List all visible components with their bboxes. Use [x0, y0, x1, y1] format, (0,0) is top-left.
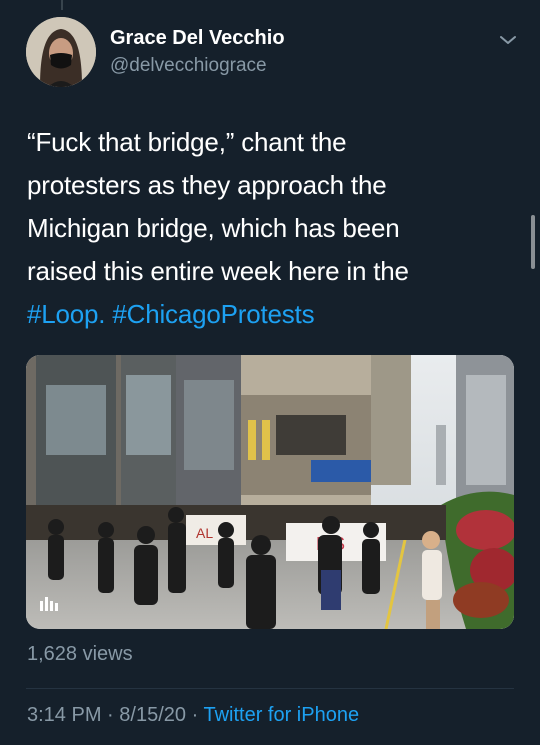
hashtag-chicagoprotests-link[interactable]: #ChicagoProtests: [112, 299, 314, 329]
more-options-chevron-icon[interactable]: [496, 30, 520, 50]
tweet-hashtags: #Loop. #ChicagoProtests: [27, 293, 507, 336]
tweet-line: raised this entire week here in the: [27, 256, 409, 286]
tweet-time[interactable]: 3:14 PM: [27, 704, 101, 726]
source-link[interactable]: Twitter for iPhone: [203, 704, 359, 726]
separator: ·: [191, 704, 199, 726]
divider: [26, 688, 514, 689]
tweet-metadata: 3:14 PM · 8/15/20 · Twitter for iPhone: [27, 704, 359, 727]
protest-sign-text: AL: [196, 525, 213, 541]
tweet-line: protesters as they approach the: [27, 170, 387, 200]
tweet-line: “Fuck that bridge,” chant the: [27, 127, 347, 157]
view-count: 1,628 views: [27, 643, 133, 665]
scrollbar[interactable]: [531, 215, 535, 269]
author-handle[interactable]: @delvecchiograce: [110, 55, 267, 77]
avatar[interactable]: [26, 17, 96, 87]
tweet-text: “Fuck that bridge,” chant the protesters…: [27, 121, 507, 336]
author-name[interactable]: Grace Del Vecchio: [110, 27, 285, 50]
video-player[interactable]: EIS AL: [26, 355, 514, 629]
profile-photo-icon: [26, 17, 96, 87]
thread-connector-line: [61, 0, 63, 10]
tweet-date[interactable]: 8/15/20: [119, 704, 186, 726]
separator: ·: [107, 704, 114, 726]
hashtag-loop-link[interactable]: #Loop.: [27, 299, 106, 329]
tweet-line: Michigan bridge, which has been: [27, 213, 400, 243]
video-thumbnail-icon: EIS AL: [26, 355, 514, 629]
